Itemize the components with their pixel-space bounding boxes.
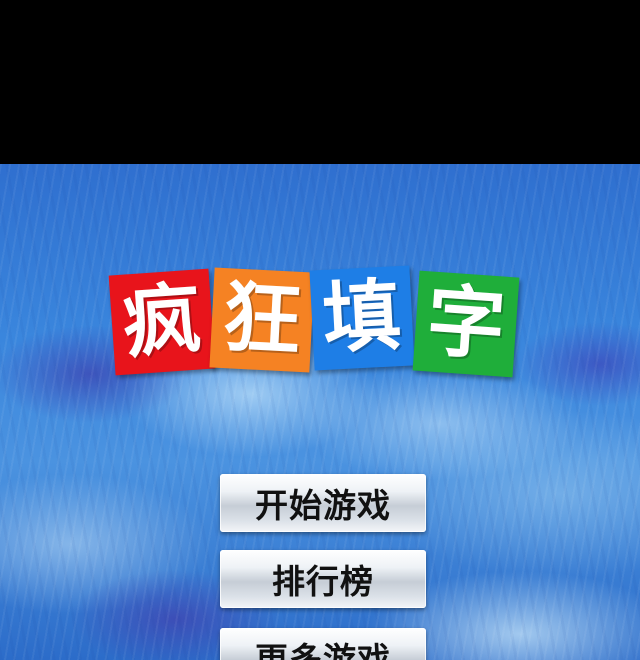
game-screen: 疯 狂 填 字 开始游戏 排行榜 更多游戏 (0, 0, 640, 660)
top-black-bar (0, 0, 640, 164)
title-tile-2: 狂 (209, 267, 315, 373)
title-tile-2-char: 狂 (220, 273, 304, 367)
title-tile-4-char: 字 (423, 276, 509, 372)
start-game-button[interactable]: 开始游戏 (220, 474, 426, 532)
leaderboard-label: 排行榜 (272, 562, 374, 601)
more-games-label: 更多游戏 (255, 640, 391, 660)
start-game-label: 开始游戏 (255, 486, 391, 525)
leaderboard-button[interactable]: 排行榜 (220, 550, 426, 608)
title-tile-1: 疯 (108, 268, 216, 376)
title-tile-3-char: 填 (320, 271, 404, 365)
game-title-logo: 疯 狂 填 字 (108, 265, 528, 386)
title-tile-1-char: 疯 (119, 274, 205, 370)
title-tile-4: 字 (412, 270, 520, 378)
title-tile-3: 填 (309, 265, 415, 371)
more-games-button[interactable]: 更多游戏 (220, 628, 426, 660)
